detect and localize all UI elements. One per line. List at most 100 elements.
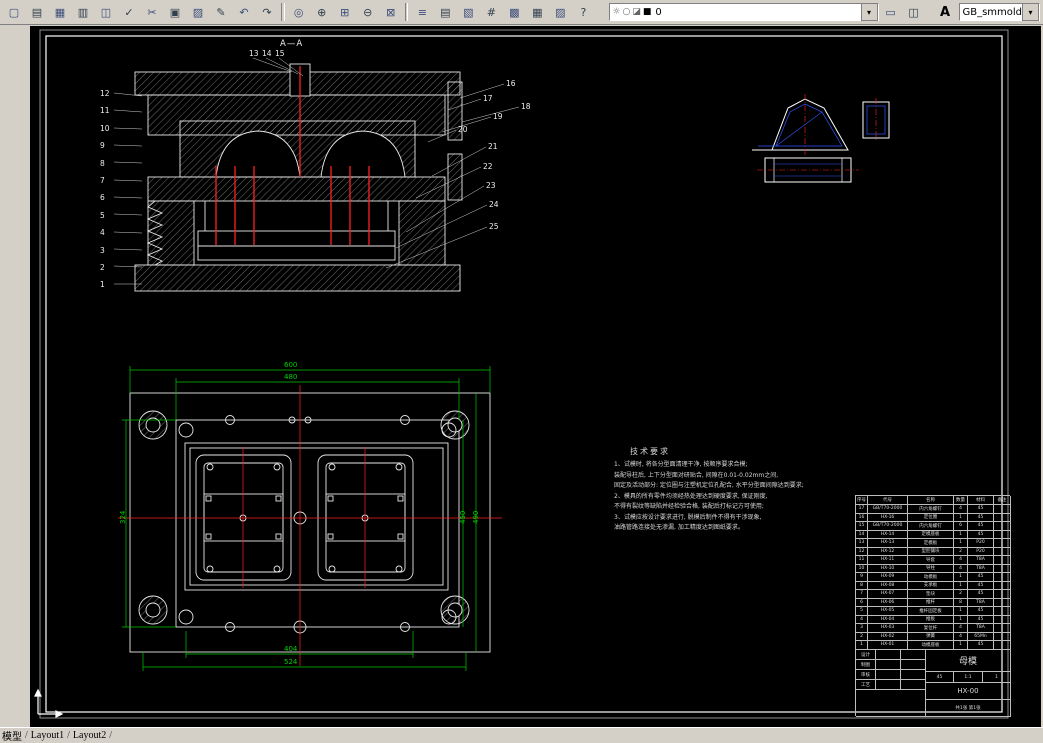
zoom-extents-button[interactable]: ⊠ [380,2,402,23]
preview-button[interactable]: ◫ [95,2,117,23]
status-bar: 模型/Layout1/Layout2/ [0,727,1043,743]
pan-button[interactable]: ◎ [288,2,310,23]
toolbar-separator [405,3,409,21]
balloon-label: 3 [100,247,105,255]
new-button[interactable]: ▢ [3,2,25,23]
bom-cell: 9 [856,573,868,582]
dimension-label: 524 [284,659,297,666]
tab-separator: / [109,730,112,741]
style-combo-arrow-icon[interactable]: ▾ [1022,3,1039,21]
text-style-combo[interactable]: GB_smmold ▾ [959,3,1040,21]
bom-cell: 45 [968,514,994,523]
titleblock-date-cell [901,680,926,690]
layer-state-icons: ☼○◪■ [612,7,651,17]
titleblock-part-name: 母模 [926,650,1011,672]
viewports-button[interactable]: ◫ [903,2,925,23]
balloon-label: 18 [521,103,531,111]
cut-button[interactable]: ✂ [141,2,163,23]
bom-cell: 3 [856,624,868,633]
bom-cell: 1 [954,607,968,616]
dimension-label: 404 [284,646,297,653]
titleblock-label: 设计 [856,650,876,660]
bom-cell: T8A [968,556,994,565]
bom-cell: 1 [954,539,968,548]
bom-cell: HX-13 [868,539,908,548]
zoom-realtime-button[interactable]: ⊕ [311,2,333,23]
spell-button[interactable]: ✓ [118,2,140,23]
balloon-label: 7 [100,177,105,185]
balloon-label: 10 [100,125,110,133]
bom-cell: 4 [954,565,968,574]
layouts-button[interactable]: ▭ [880,2,902,23]
drawing-canvas[interactable]: A—A 技术要求1、试模时, 将各分型面清理干净, 按顺序要求合模;装配导柱后,… [30,26,1041,728]
layer-on-icon[interactable]: ☼ [612,7,620,17]
layer-color-icon[interactable]: ■ [643,7,652,17]
paste-button[interactable]: ▨ [187,2,209,23]
bom-cell: 动模板 [908,573,954,582]
bom-cell: 13 [856,539,868,548]
match-properties-button[interactable]: ✎ [210,2,232,23]
titleblock-drawing-number: HX-00 [926,683,1011,700]
layer-combo[interactable]: ☼○◪■ 0 ▾ [609,3,878,21]
bom-cell: HX-02 [868,633,908,642]
bom-cell: HX-16 [868,514,908,523]
balloon-label: 6 [100,194,105,202]
zoom-out-button[interactable]: ⊖ [357,2,379,23]
tab-layout2[interactable]: Layout2 [73,730,106,741]
zoom-window-button[interactable]: ⊞ [334,2,356,23]
design-center-button[interactable]: ▤ [434,2,456,23]
bom-cell: 14 [856,531,868,540]
bom-cell: 2 [954,548,968,557]
help-button[interactable]: ? [572,2,594,23]
bom-cell [994,607,1011,616]
text-style-button[interactable]: A [936,2,955,23]
balloon-label: 13 [249,50,259,58]
layer-freeze-icon[interactable]: ○ [622,7,630,17]
bom-cell: 45 [968,522,994,531]
image-button[interactable]: ▦ [526,2,548,23]
bom-cell: 45 [968,505,994,514]
bom-cell [994,556,1011,565]
table-button[interactable]: # [480,2,502,23]
bom-cell: 推杆固定板 [908,607,954,616]
layer-lock-icon[interactable]: ◪ [632,7,641,17]
bom-cell: 4 [954,556,968,565]
balloon-label: 22 [483,163,493,171]
balloon-label: 17 [483,95,493,103]
layer-combo-arrow-icon[interactable]: ▾ [861,3,878,21]
properties-button[interactable]: ≡ [411,2,433,23]
bom-cell: HX-06 [868,599,908,608]
plot-button[interactable]: ▥ [72,2,94,23]
bom-cell [994,616,1011,625]
bom-cell: HX-09 [868,573,908,582]
bom-cell: 65Mn [968,633,994,642]
copy-button[interactable]: ▣ [164,2,186,23]
redo-button[interactable]: ↷ [256,2,278,23]
balloon-label: 8 [100,160,105,168]
section-label: A—A [280,39,303,49]
render-button[interactable]: ▩ [503,2,525,23]
bom-cell: 17 [856,505,868,514]
bom-cell: P20 [968,539,994,548]
undo-button[interactable]: ↶ [233,2,255,23]
tab-separator: / [67,730,70,741]
balloon-label: 1 [100,281,105,289]
toolbar-separator [281,3,285,21]
titleblock-qty: 1 [983,672,1011,683]
calculator-button[interactable]: ▨ [549,2,571,23]
bom-cell: 4 [954,505,968,514]
toolbar: ▢▤▦▥◫✓✂▣▨✎↶↷ ◎⊕⊞⊖⊠ ≡▤▧#▩▦▨? ☼○◪■ 0 ▾ ▭◫ … [0,0,1043,25]
open-button[interactable]: ▤ [26,2,48,23]
titleblock-signature-cell [876,670,901,680]
bom-cell: 11 [856,556,868,565]
bom-cell: 4 [954,633,968,642]
block-editor-button[interactable]: ▧ [457,2,479,23]
notes-line: 装配导柱后, 上下分型面对研贴合, 间隙在0.01-0.02mm之间, [614,471,814,482]
tab-model[interactable]: 模型 [2,728,22,743]
tab-layout1[interactable]: Layout1 [31,730,64,741]
bom-cell: 复位杆 [908,624,954,633]
save-button[interactable]: ▦ [49,2,71,23]
layout-tabs: 模型/Layout1/Layout2/ [0,728,112,743]
bom-cell: 弹簧 [908,633,954,642]
bom-header-cell: 材料 [968,496,994,505]
